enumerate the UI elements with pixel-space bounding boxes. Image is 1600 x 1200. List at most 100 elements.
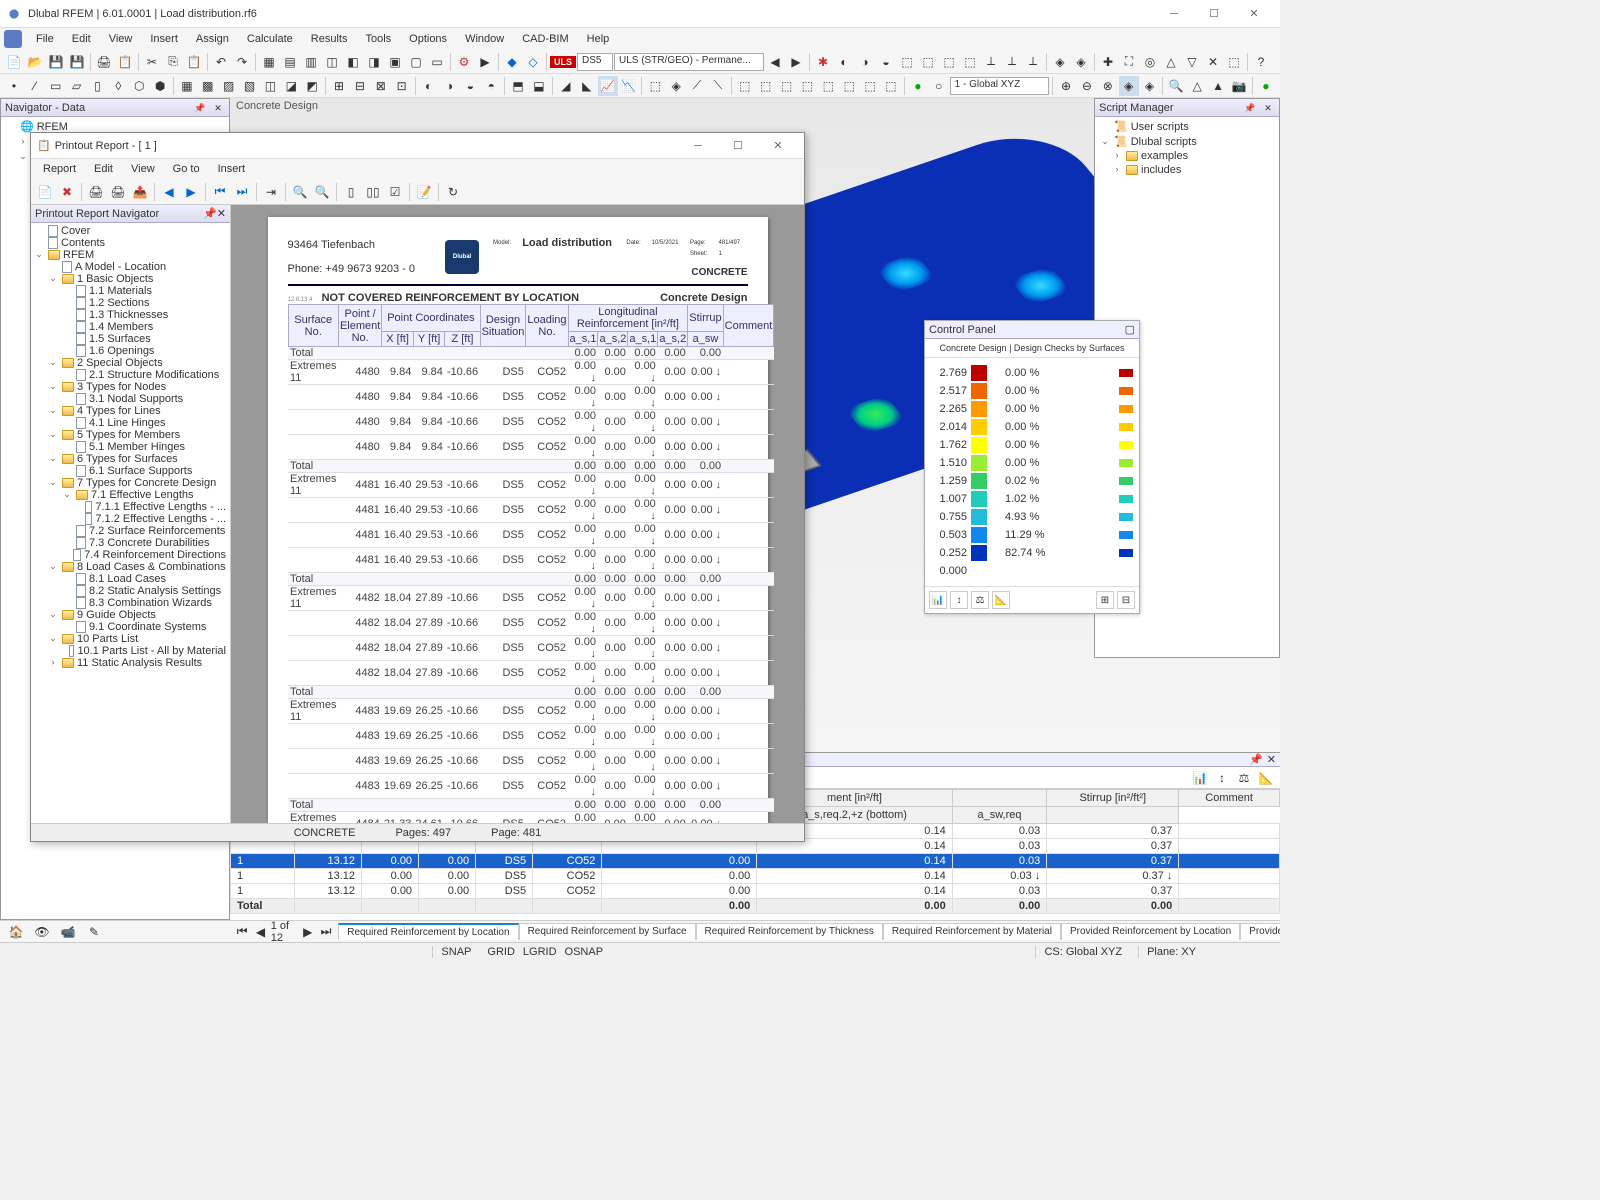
tb-s[interactable]: ⬚	[939, 52, 959, 72]
t2-av[interactable]: ◈	[1140, 76, 1160, 96]
results-tab[interactable]: Required Reinforcement by Thickness	[696, 923, 883, 940]
t2-ac[interactable]: 📉	[619, 76, 639, 96]
tb-ae[interactable]: ✕	[1203, 52, 1223, 72]
t2-j[interactable]: ▩	[198, 76, 218, 96]
tb-a[interactable]: ▦	[259, 52, 279, 72]
report-nav-item[interactable]: 7.1.2 Effective Lengths - ...	[33, 513, 228, 525]
pin-icon[interactable]: 📌	[1249, 753, 1263, 766]
t2-a[interactable]: •	[4, 76, 24, 96]
tb-p[interactable]: ◒	[876, 52, 896, 72]
t2-m[interactable]: ◫	[261, 76, 281, 96]
rmenu-edit[interactable]: Edit	[86, 162, 121, 176]
t2-at[interactable]: ⊗	[1098, 76, 1118, 96]
t2-aw[interactable]: 🔍	[1166, 76, 1186, 96]
rt-new[interactable]: 📄	[35, 182, 55, 202]
menu-assign[interactable]: Assign	[188, 31, 237, 47]
tb-o[interactable]: ◑	[855, 52, 875, 72]
maximize-button[interactable]: ☐	[718, 132, 758, 160]
report-nav-item[interactable]: 10.1 Parts List - All by Material	[33, 645, 228, 657]
close-button[interactable]: ✕	[1234, 0, 1274, 28]
t2-ar[interactable]: ⊕	[1056, 76, 1076, 96]
close-icon[interactable]: ✕	[217, 207, 226, 220]
report-nav-item[interactable]: 7.4 Reinforcement Directions	[33, 549, 228, 561]
next-icon[interactable]: ▶	[786, 52, 806, 72]
t2-ad[interactable]: ⬚	[645, 76, 665, 96]
rt-export[interactable]: 📤	[130, 182, 150, 202]
tb-af[interactable]: ⬚	[1224, 52, 1244, 72]
t2-f[interactable]: ◊	[108, 76, 128, 96]
t2-g[interactable]: ⬡	[129, 76, 149, 96]
t2-af[interactable]: ⟋	[687, 76, 707, 96]
t2-u[interactable]: ◑	[440, 76, 460, 96]
t2-s[interactable]: ⊡	[392, 76, 412, 96]
pin-icon[interactable]: 📌	[1243, 101, 1257, 115]
close-icon[interactable]: ▢	[1125, 323, 1135, 336]
menu-edit[interactable]: Edit	[64, 31, 99, 47]
rt-zout[interactable]: 🔍	[290, 182, 310, 202]
t2-b[interactable]: ⁄	[25, 76, 45, 96]
menu-insert[interactable]: Insert	[142, 31, 186, 47]
help-icon[interactable]: ?	[1251, 52, 1271, 72]
report-nav-item[interactable]: 7.1.1 Effective Lengths - ...	[33, 501, 228, 513]
tb-f[interactable]: ◨	[364, 52, 384, 72]
tb-r[interactable]: ⬚	[918, 52, 938, 72]
rmenu-goto[interactable]: Go to	[165, 162, 208, 176]
rt-p1[interactable]: ▯	[341, 182, 361, 202]
lf-a[interactable]: 📊	[929, 591, 947, 609]
t2-l[interactable]: ▧	[240, 76, 260, 96]
t2-p[interactable]: ⊞	[329, 76, 349, 96]
tb-j[interactable]: ▶	[475, 52, 495, 72]
saveall-icon[interactable]: 💾	[67, 52, 87, 72]
rt-prev[interactable]: ◀	[159, 182, 179, 202]
menu-calculate[interactable]: Calculate	[239, 31, 301, 47]
report-nav-item[interactable]: A Model - Location	[33, 261, 228, 273]
report-nav-item[interactable]: 1.6 Openings	[33, 345, 228, 357]
t2-ax[interactable]: △	[1187, 76, 1207, 96]
tb-g[interactable]: ▣	[385, 52, 405, 72]
t2-ak[interactable]: ⬚	[798, 76, 818, 96]
lf-e[interactable]: ⊞	[1096, 591, 1114, 609]
t2-au[interactable]: ◈	[1119, 76, 1139, 96]
snap-toggle[interactable]: SNAP	[432, 946, 479, 958]
report-nav-item[interactable]: 8.1 Load Cases	[33, 573, 228, 585]
close-button[interactable]: ✕	[758, 132, 798, 160]
pin-icon[interactable]: 📌	[193, 101, 207, 115]
loadcase-combo[interactable]: ULS (STR/GEO) - Permane...	[614, 53, 764, 71]
t2-az[interactable]: 📷	[1229, 76, 1249, 96]
menu-window[interactable]: Window	[457, 31, 512, 47]
save-icon[interactable]: 💾	[46, 52, 66, 72]
report-nav-item[interactable]: 1.3 Thicknesses	[33, 309, 228, 321]
rt-sel[interactable]: ☑	[385, 182, 405, 202]
pin-icon[interactable]: 📌	[203, 207, 217, 220]
t2-ay[interactable]: ▲	[1208, 76, 1228, 96]
t2-ae[interactable]: ◈	[666, 76, 686, 96]
t2-as[interactable]: ⊖	[1077, 76, 1097, 96]
tb-i[interactable]: ▭	[427, 52, 447, 72]
report-nav-item[interactable]: ⌄1 Basic Objects	[33, 273, 228, 285]
tb-b[interactable]: ▤	[280, 52, 300, 72]
report-nav-item[interactable]: Contents	[33, 237, 228, 249]
tb-t[interactable]: ⬚	[960, 52, 980, 72]
results-tab[interactable]: Required Reinforcement by Location	[338, 923, 518, 940]
rt-zin[interactable]: 🔍	[312, 182, 332, 202]
t2-o[interactable]: ◩	[302, 76, 322, 96]
tb-h[interactable]: ▢	[406, 52, 426, 72]
menu-help[interactable]: Help	[579, 31, 618, 47]
minimize-button[interactable]: ─	[1154, 0, 1194, 28]
rmenu-insert[interactable]: Insert	[210, 162, 254, 176]
cs-combo[interactable]: 1 - Global XYZ	[950, 77, 1049, 95]
bl-d[interactable]: ✎	[84, 922, 104, 942]
report-nav-item[interactable]: 1.2 Sections	[33, 297, 228, 309]
maximize-button[interactable]: ☐	[1194, 0, 1234, 28]
t2-al[interactable]: ⬚	[818, 76, 838, 96]
t2-c[interactable]: ▭	[46, 76, 66, 96]
rt-ed[interactable]: 📝	[414, 182, 434, 202]
t2-d[interactable]: ▱	[67, 76, 87, 96]
rt-in[interactable]: ⇥	[261, 182, 281, 202]
bl-c[interactable]: 📹	[58, 922, 78, 942]
close-icon[interactable]: ✕	[1261, 101, 1275, 115]
tb-w[interactable]: ⟂	[1023, 52, 1043, 72]
report-nav-item[interactable]: ›11 Static Analysis Results	[33, 657, 228, 669]
t2-i[interactable]: ▦	[177, 76, 197, 96]
t2-ba[interactable]: ●	[1256, 76, 1276, 96]
